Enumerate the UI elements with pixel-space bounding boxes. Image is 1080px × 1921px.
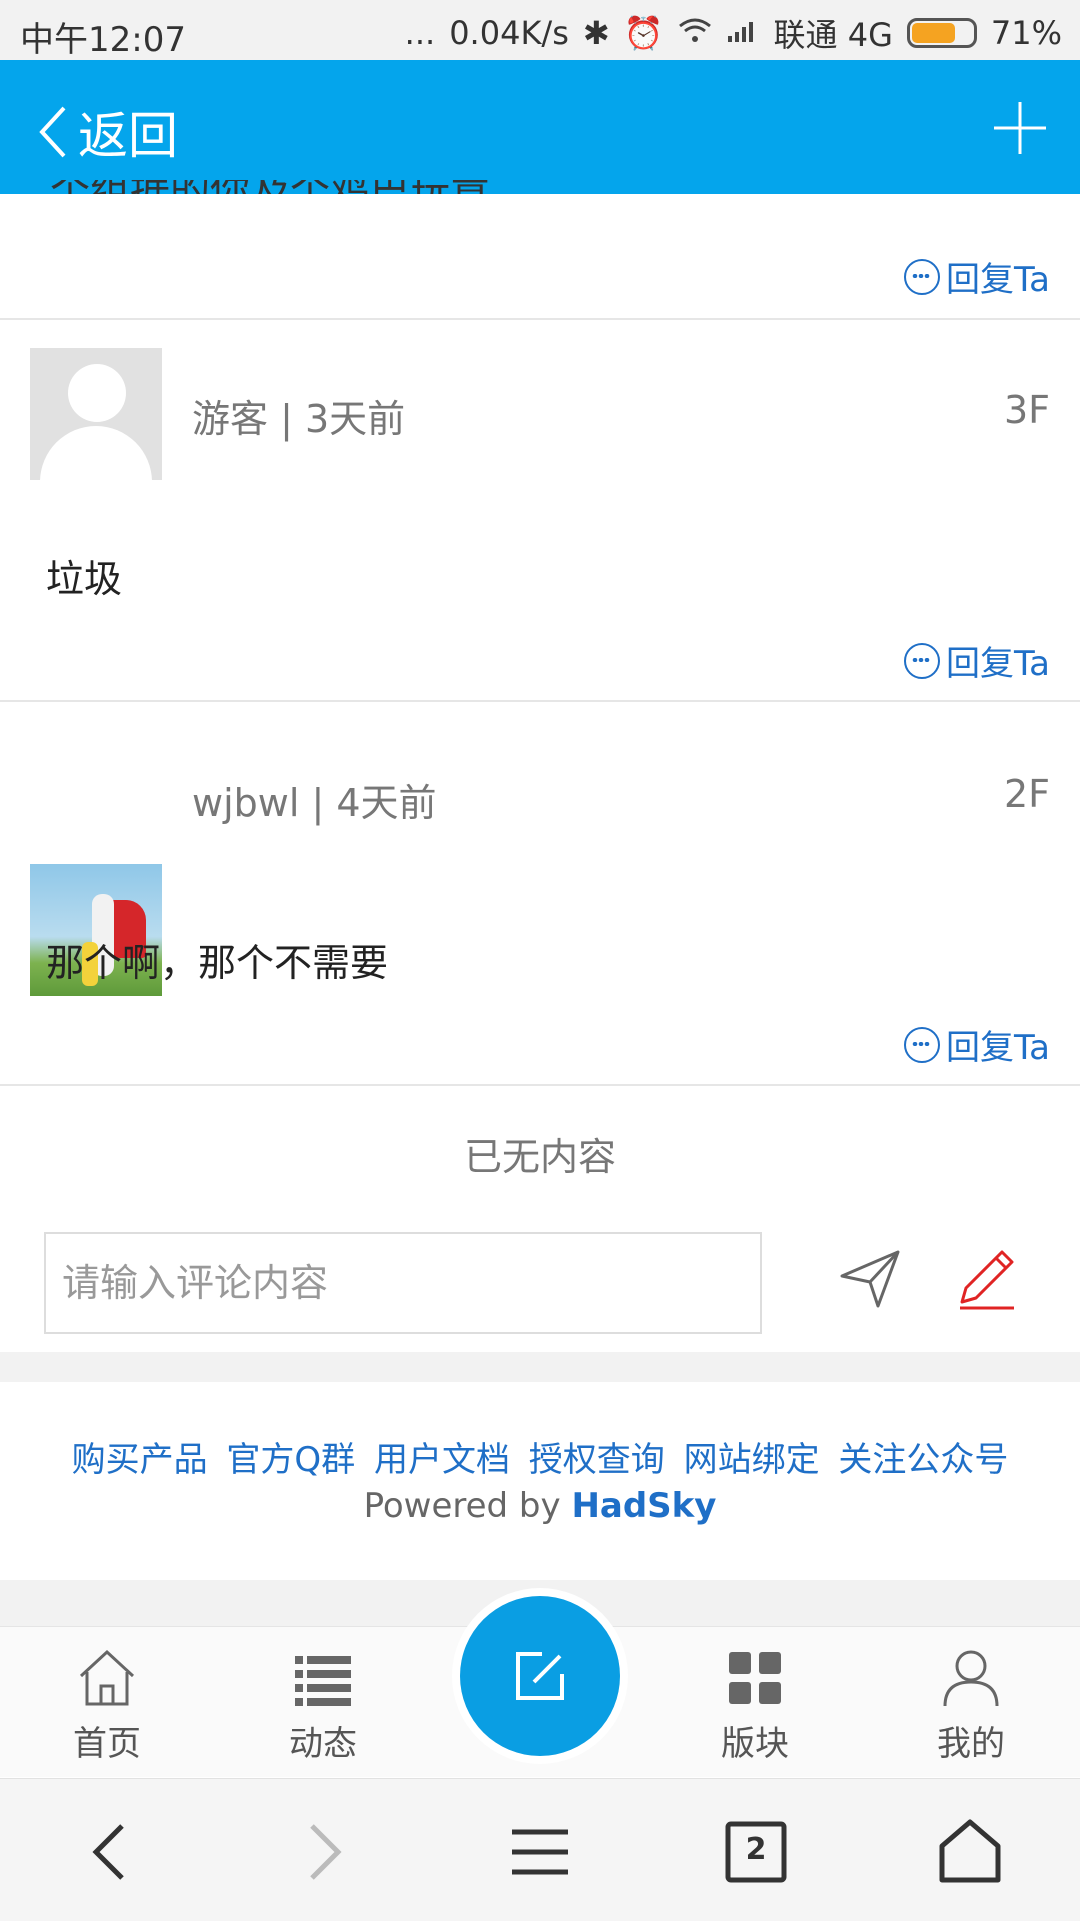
floor-number: 3F <box>1003 388 1050 432</box>
compose-button[interactable] <box>452 1588 628 1764</box>
clipped-post-content: 个组据的你及个鸡巴玩意， <box>0 180 1080 194</box>
tabs-button[interactable]: 2 <box>716 1812 796 1892</box>
powered-prefix: Powered by <box>363 1486 561 1526</box>
plus-icon[interactable] <box>990 98 1050 158</box>
wifi-icon <box>678 14 712 52</box>
chat-bubble-icon <box>904 642 941 679</box>
top-header: 返回 <box>0 60 1080 194</box>
post-content: 那个啊，那个不需要 <box>46 941 389 985</box>
post-meta: wjbwl | 4天前 <box>192 781 437 825</box>
nav-label: 版块 <box>721 1724 789 1764</box>
divider <box>0 700 1080 702</box>
status-right: ... 0.04K/s ✱ ⏰ 联通 4G 71% <box>405 10 1062 56</box>
floor-number: 2F <box>1003 772 1050 816</box>
footer-link[interactable]: 关注公众号 <box>838 1440 1008 1480</box>
post-content: 垃圾 <box>46 557 123 601</box>
send-icon[interactable] <box>836 1244 906 1314</box>
carrier-label: 联通 4G <box>773 16 893 54</box>
footer-link[interactable]: 用户文档 <box>374 1440 510 1480</box>
bluetooth-icon: ✱ <box>582 14 610 52</box>
edit-pencil-icon[interactable] <box>952 1244 1022 1314</box>
compose-icon <box>516 1652 564 1700</box>
grid-icon <box>729 1652 781 1704</box>
chat-bubble-icon <box>904 258 941 295</box>
list-icon <box>295 1656 351 1706</box>
no-more-content: 已无内容 <box>463 1135 616 1179</box>
alarm-icon: ⏰ <box>623 14 664 52</box>
nav-label: 动态 <box>289 1724 357 1764</box>
footer-link[interactable]: 购买产品 <box>72 1440 208 1480</box>
browser-back-icon[interactable] <box>70 1812 150 1892</box>
nav-home[interactable]: 首页 <box>32 1646 182 1765</box>
divider <box>0 318 1080 320</box>
home-icon <box>79 1649 135 1706</box>
reply-button[interactable]: 回复Ta <box>904 636 1050 685</box>
battery-percent: 71% <box>990 14 1062 52</box>
reply-button[interactable]: 回复Ta <box>904 1020 1050 1069</box>
network-speed: 0.04K/s <box>449 14 569 52</box>
nav-activity[interactable]: 动态 <box>248 1646 398 1765</box>
more-dots: ... <box>404 14 436 52</box>
battery-icon <box>906 18 977 48</box>
status-time: 中午12:07 <box>20 20 186 60</box>
footer-link[interactable]: 授权查询 <box>529 1440 665 1480</box>
comment-input[interactable] <box>44 1232 762 1334</box>
home-icon[interactable] <box>930 1812 1010 1892</box>
chat-bubble-icon <box>904 1026 941 1063</box>
footer-links: 购买产品 官方Q群 用户文档 授权查询 网站绑定 关注公众号 <box>0 1432 1080 1481</box>
back-label: 返回 <box>78 107 178 165</box>
signal-icon <box>726 14 760 52</box>
avatar[interactable] <box>30 348 162 480</box>
reply-label: 回复Ta <box>946 1028 1050 1068</box>
browser-forward-icon[interactable] <box>284 1812 364 1892</box>
reply-label: 回复Ta <box>946 644 1050 684</box>
footer-link[interactable]: 网站绑定 <box>684 1440 820 1480</box>
post-meta: 游客 | 3天前 <box>192 397 406 441</box>
menu-icon[interactable] <box>500 1812 580 1892</box>
section-separator <box>0 1352 1080 1382</box>
tab-count: 2 <box>745 1832 767 1867</box>
back-button[interactable]: 返回 <box>36 96 178 168</box>
powered-by: Powered by HadSky <box>0 1486 1080 1526</box>
reply-button[interactable]: 回复Ta <box>904 252 1050 301</box>
nav-sections[interactable]: 版块 <box>680 1646 830 1765</box>
nav-label: 我的 <box>937 1724 1005 1764</box>
reply-label: 回复Ta <box>946 260 1050 300</box>
status-bar: 中午12:07 ... 0.04K/s ✱ ⏰ 联通 4G 71% <box>0 0 1080 60</box>
brand-link[interactable]: HadSky <box>571 1486 716 1526</box>
footer-link[interactable]: 官方Q群 <box>226 1440 355 1480</box>
chevron-left-icon <box>39 106 66 158</box>
nav-label: 首页 <box>73 1724 141 1764</box>
user-icon <box>943 1650 999 1707</box>
divider <box>0 1084 1080 1086</box>
nav-profile[interactable]: 我的 <box>896 1646 1046 1765</box>
